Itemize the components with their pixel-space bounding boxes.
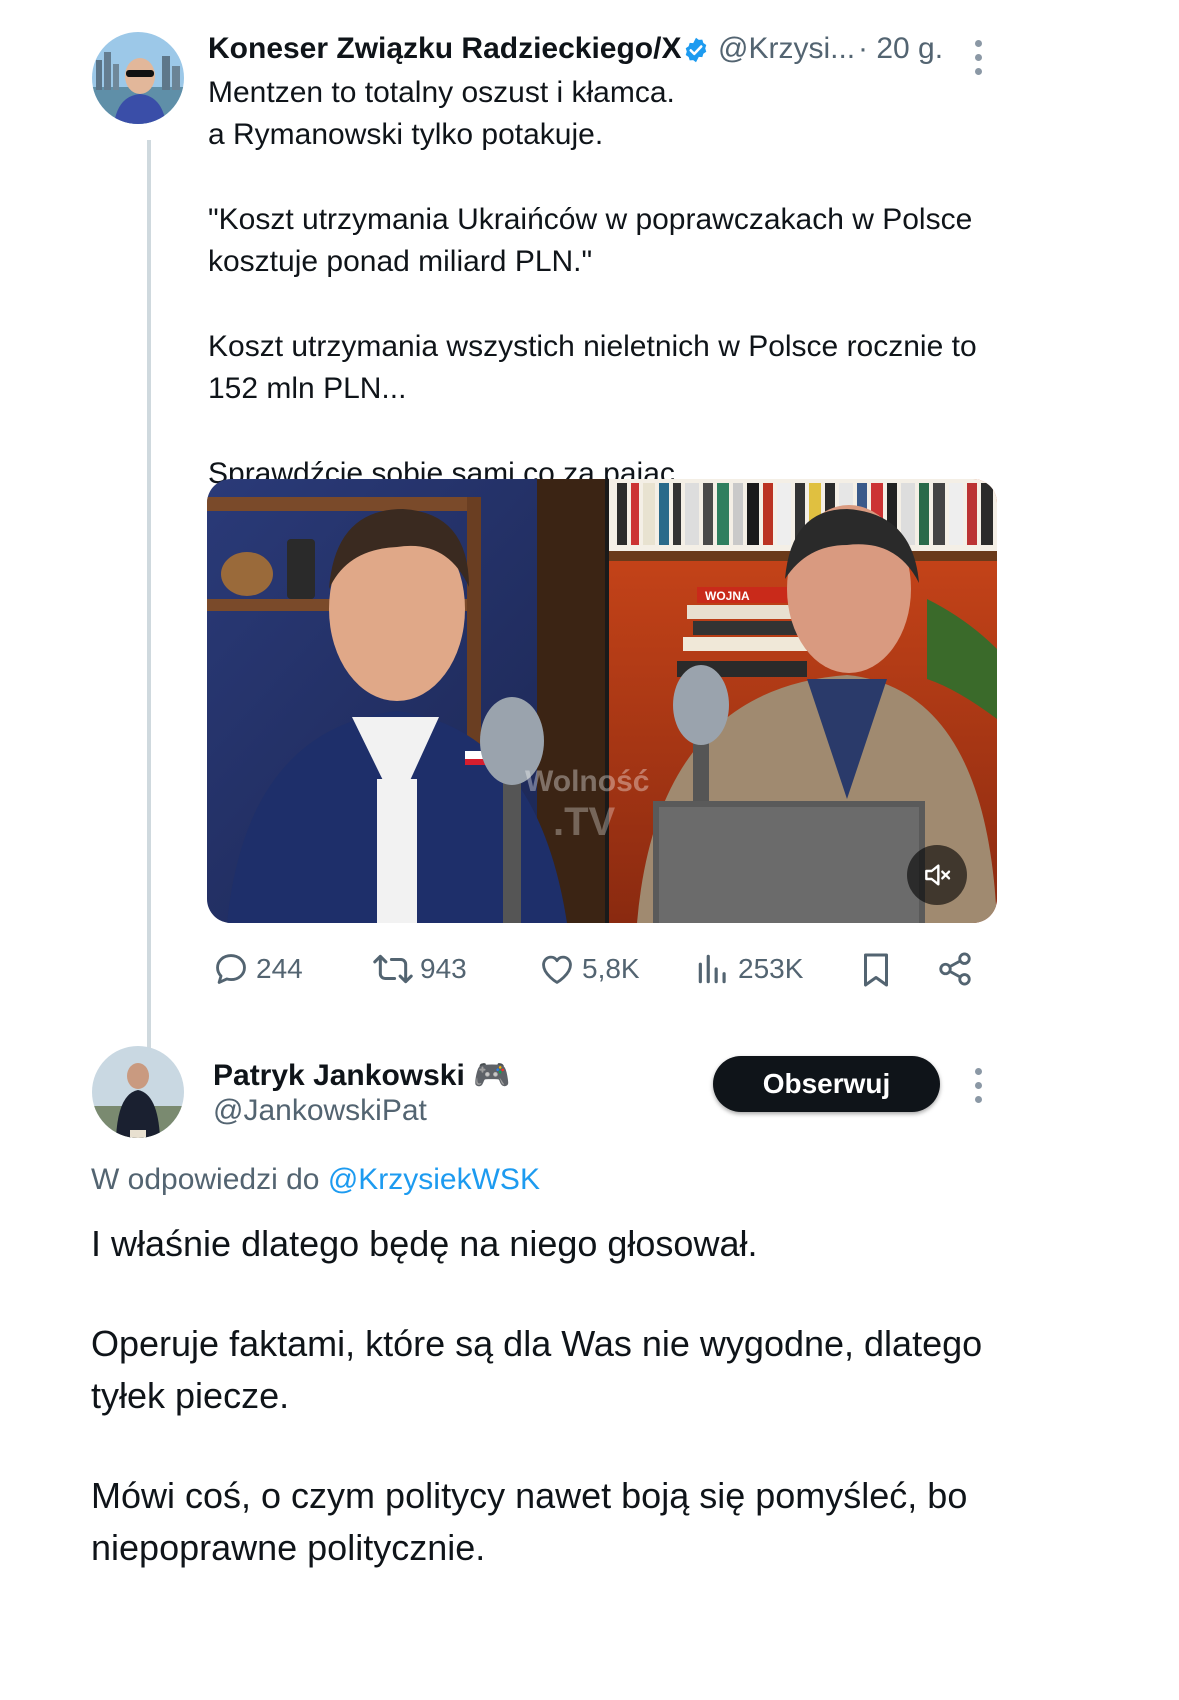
thread-connector-line [147, 140, 151, 1128]
share-button[interactable] [936, 950, 974, 993]
views-chart-icon [698, 954, 726, 984]
heart-icon [542, 955, 572, 984]
reply-author-name[interactable]: Patryk Jankowski 🎮 [213, 1058, 511, 1093]
reply-author-avatar[interactable] [92, 1046, 184, 1138]
more-options-icon[interactable] [974, 40, 982, 75]
repost-action[interactable]: 943 [372, 950, 467, 988]
tweet-timestamp[interactable]: · 20 g. [858, 32, 943, 66]
in-reply-to-link[interactable]: @KrzysiekWSK [328, 1163, 540, 1196]
tweet-paragraph: Mentzen to totalny oszust i kłamca. a Ry… [208, 76, 675, 151]
reply-paragraph: Mówi coś, o czym politycy nawet boją się… [91, 1475, 968, 1568]
reply-author-name-text: Patryk Jankowski [213, 1059, 465, 1092]
author-handle[interactable]: @Krzysi... [718, 32, 855, 66]
like-count: 5,8K [582, 953, 640, 984]
tweet-text: Mentzen to totalny oszust i kłamca. a Ry… [208, 72, 1068, 538]
tweet-paragraph: "Koszt utrzymania Ukraińców w poprawczak… [208, 203, 973, 278]
reply-more-options-icon[interactable] [974, 1068, 982, 1103]
video-watermark-tv: .TV [553, 800, 616, 844]
tweet-paragraph: Koszt utrzymania wszystich nieletnich w … [208, 330, 977, 405]
views-action[interactable]: 253K [694, 950, 803, 988]
reply-action[interactable]: 244 [212, 950, 303, 988]
bookmark-icon [864, 953, 888, 987]
bookmark-button[interactable] [858, 950, 894, 995]
mute-button[interactable] [907, 845, 967, 905]
book-title: WOJNA [705, 589, 750, 603]
repost-icon [373, 954, 413, 984]
reply-avatar-image [92, 1046, 184, 1138]
share-icon [939, 952, 971, 986]
author-avatar-image [92, 32, 184, 124]
reply-paragraph: I właśnie dlatego będę na niego głosował… [91, 1223, 758, 1264]
verified-badge-icon [682, 36, 710, 64]
comment-icon [216, 954, 246, 984]
author-name[interactable]: Koneser Związku Radzieckiego/X [208, 32, 681, 66]
in-reply-to: W odpowiedzi do @KrzysiekWSK [91, 1163, 540, 1197]
reply-count: 244 [256, 953, 303, 984]
reply-text: I właśnie dlatego będę na niego głosował… [91, 1218, 1091, 1622]
repost-count: 943 [420, 953, 467, 984]
reply-paragraph: Operuje faktami, które są dla Was nie wy… [91, 1323, 983, 1416]
video-frame: WOJNA Wolność .TV [207, 479, 997, 923]
like-action[interactable]: 5,8K [538, 950, 640, 988]
views-count: 253K [738, 953, 804, 984]
video-watermark: Wolność [525, 765, 649, 798]
author-avatar[interactable] [92, 32, 184, 124]
follow-button[interactable]: Obserwuj [713, 1056, 940, 1112]
speaker-muted-icon [925, 864, 951, 886]
gamepad-emoji: 🎮 [473, 1059, 511, 1092]
in-reply-to-prefix: W odpowiedzi do [91, 1163, 320, 1196]
reply-author-handle[interactable]: @JankowskiPat [213, 1094, 427, 1128]
tweet-video[interactable]: WOJNA Wolność .TV [207, 479, 997, 923]
